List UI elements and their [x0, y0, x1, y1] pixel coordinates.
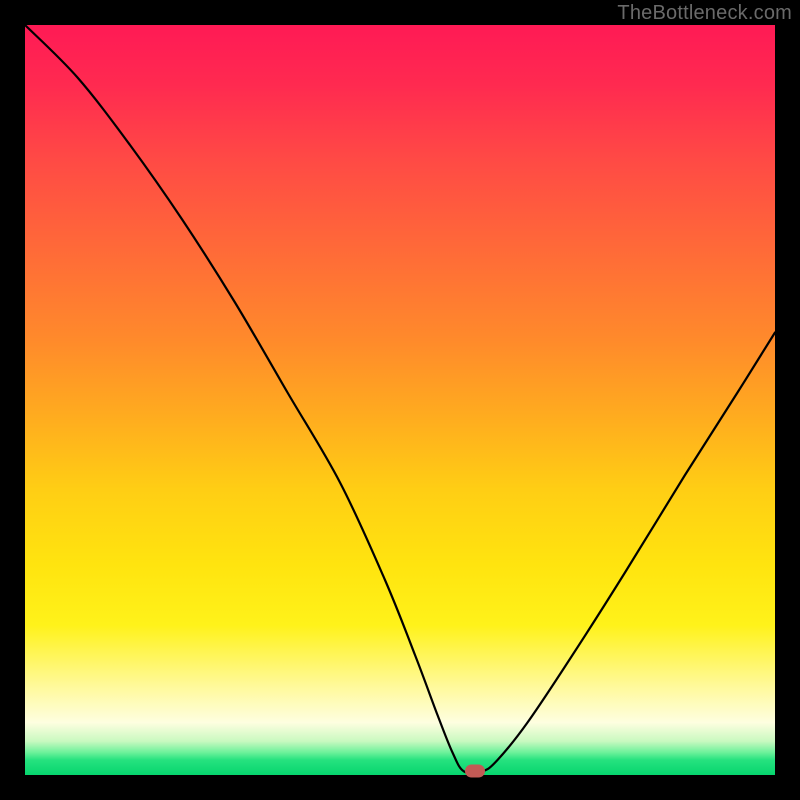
- watermark-text: TheBottleneck.com: [617, 2, 792, 25]
- chart-frame: TheBottleneck.com: [0, 0, 800, 800]
- bottleneck-curve: [25, 25, 775, 775]
- plot-area: [25, 25, 775, 775]
- optimal-point-marker: [465, 765, 485, 778]
